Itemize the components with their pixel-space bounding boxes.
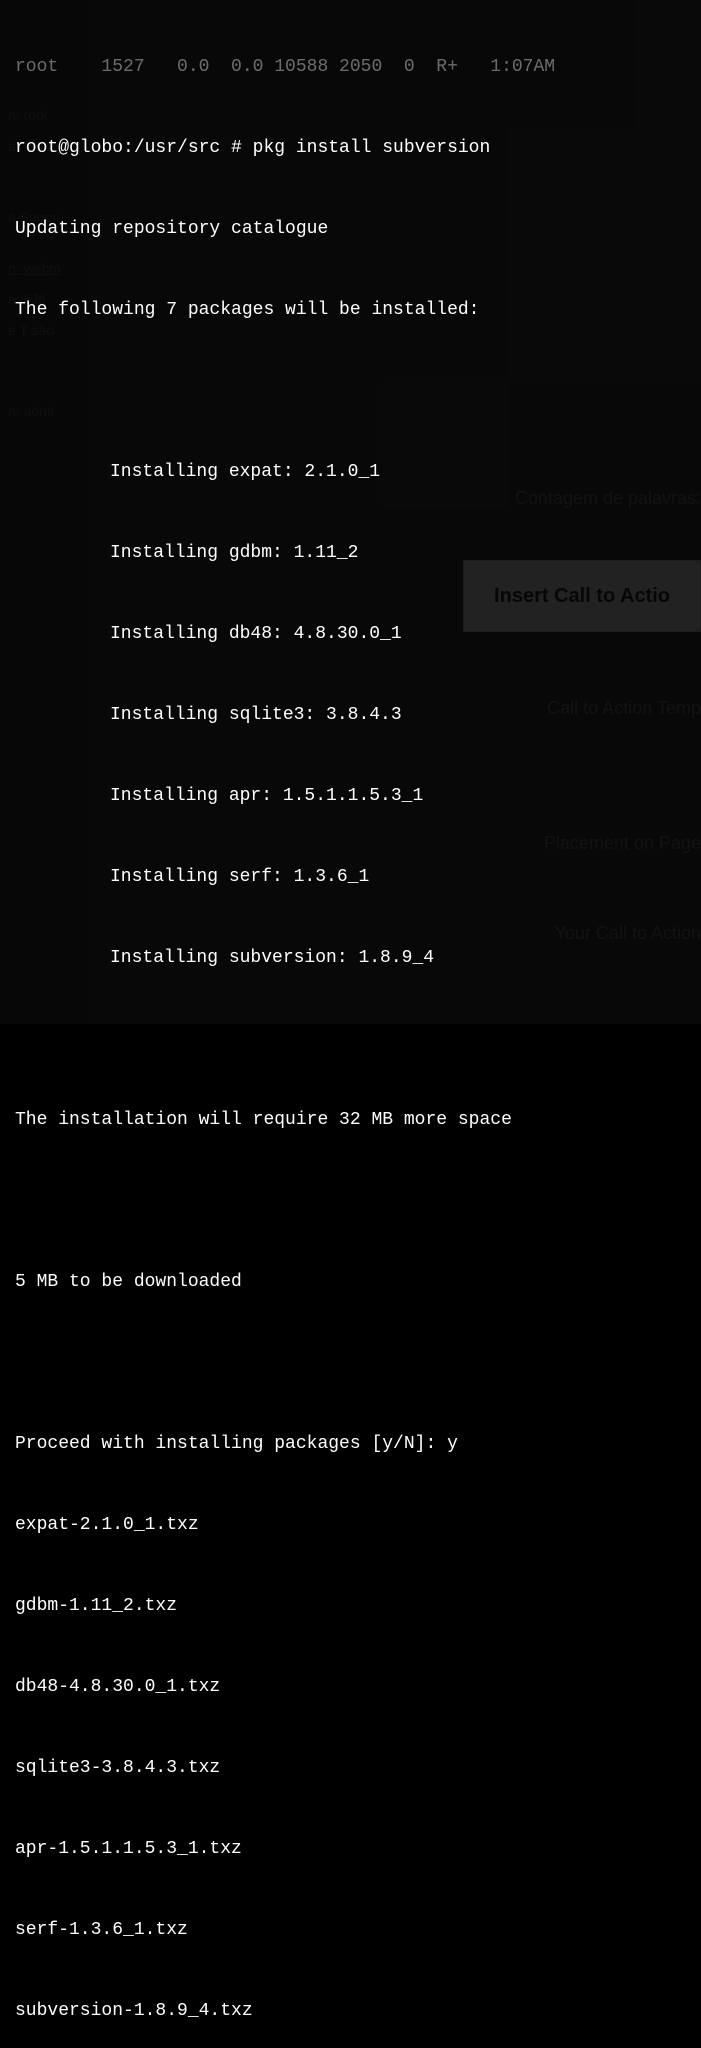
terminal-blank (15, 1026, 686, 1053)
terminal-prompt-proceed: Proceed with installing packages [y/N]: … (15, 1431, 686, 1458)
terminal-file: subversion-1.8.9_4.txz (15, 1998, 686, 2025)
terminal-output: 5 MB to be downloaded (15, 1269, 686, 1296)
terminal-output: The installation will require 32 MB more… (15, 1107, 686, 1134)
terminal-blank (15, 378, 686, 405)
terminal-file: apr-1.5.1.1.5.3_1.txz (15, 1836, 686, 1863)
terminal-install-item: Installing expat: 2.1.0_1 (15, 459, 686, 486)
terminal-file: db48-4.8.30.0_1.txz (15, 1674, 686, 1701)
terminal-blank (15, 1188, 686, 1215)
terminal-file: gdbm-1.11_2.txz (15, 1593, 686, 1620)
terminal-blank (15, 1350, 686, 1377)
terminal-output: The following 7 packages will be install… (15, 297, 686, 324)
terminal-install-item: Installing subversion: 1.8.9_4 (15, 945, 686, 972)
terminal-install-item: Installing serf: 1.3.6_1 (15, 864, 686, 891)
terminal-install-item: Installing gdbm: 1.11_2 (15, 540, 686, 567)
terminal-file: serf-1.3.6_1.txz (15, 1917, 686, 1944)
terminal-install-item: Installing db48: 4.8.30.0_1 (15, 621, 686, 648)
terminal-install-item: Installing sqlite3: 3.8.4.3 (15, 702, 686, 729)
terminal-top-fragment: root 1527 0.0 0.0 10588 2050 0 R+ 1:07AM (15, 54, 686, 81)
terminal-install-item: Installing apr: 1.5.1.1.5.3_1 (15, 783, 686, 810)
terminal-window[interactable]: root 1527 0.0 0.0 10588 2050 0 R+ 1:07AM… (0, 0, 701, 1024)
terminal-output: Updating repository catalogue (15, 216, 686, 243)
terminal-prompt-line: root@globo:/usr/src # pkg install subver… (15, 135, 686, 162)
terminal-file: expat-2.1.0_1.txz (15, 1512, 686, 1539)
terminal-file: sqlite3-3.8.4.3.txz (15, 1755, 686, 1782)
